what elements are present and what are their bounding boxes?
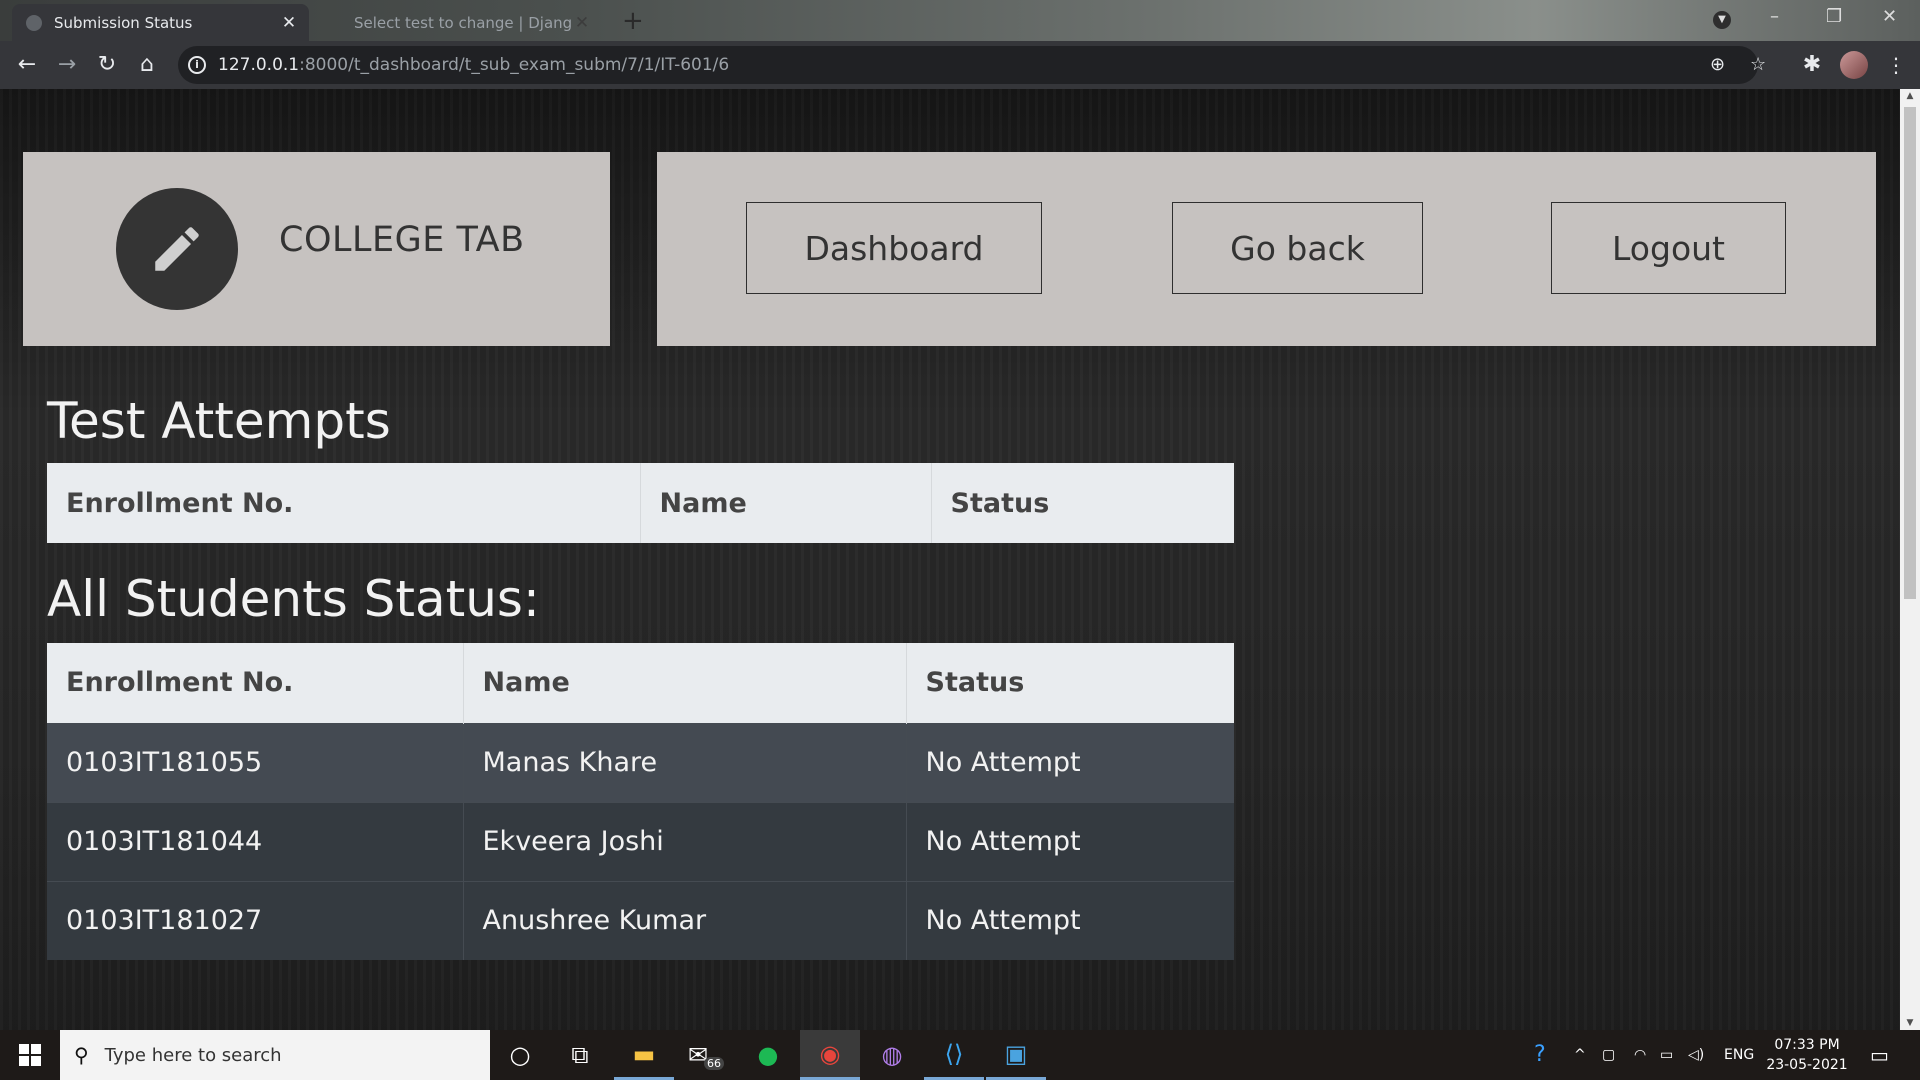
close-window-icon[interactable]: ✕: [1882, 6, 1897, 27]
all-students-table: Enrollment No. Name Status 0103IT181055 …: [47, 643, 1234, 960]
column-header-status: Status: [930, 463, 1234, 543]
file-explorer-icon[interactable]: ▬: [614, 1030, 674, 1080]
scroll-down-icon[interactable]: ▼: [1900, 1018, 1920, 1028]
all-students-title: All Students Status:: [47, 570, 540, 628]
forward-arrow-icon[interactable]: →: [49, 41, 85, 89]
table-row: 0103IT181027 Anushree Kumar No Attempt: [47, 880, 1234, 960]
profile-avatar[interactable]: [1840, 51, 1868, 79]
column-header-status: Status: [905, 643, 1234, 723]
restore-icon[interactable]: ❐: [1826, 6, 1842, 27]
url-path: :8000/t_dashboard/t_sub_exam_subm/7/1/IT…: [299, 55, 730, 75]
tab-title: Select test to change | Django si: [354, 13, 572, 32]
task-view-icon[interactable]: ⧉: [550, 1030, 610, 1080]
taskbar-clock[interactable]: 07:33 PM 23-05-2021: [1762, 1035, 1852, 1075]
clock-date: 23-05-2021: [1766, 1057, 1848, 1073]
status-cell: No Attempt: [905, 880, 1234, 960]
bookmark-star-icon[interactable]: ☆: [1750, 46, 1766, 84]
column-header-name: Name: [639, 463, 931, 543]
cortana-icon[interactable]: ○: [490, 1030, 550, 1080]
table-row: 0103IT181044 Ekveera Joshi No Attempt: [47, 801, 1234, 881]
name-cell: Anushree Kumar: [462, 880, 906, 960]
extensions-icon[interactable]: ✱: [1794, 41, 1830, 89]
minimize-icon[interactable]: –: [1770, 6, 1779, 27]
browser-toolbar: ← → ↻ ⌂ i 127.0.0.1:8000/t_dashboard/t_s…: [0, 41, 1920, 89]
search-icon: ⚲: [74, 1043, 89, 1067]
reload-icon[interactable]: ↻: [89, 41, 125, 89]
table-row: 0103IT181055 Manas Khare No Attempt: [47, 722, 1234, 802]
address-bar[interactable]: i 127.0.0.1:8000/t_dashboard/t_sub_exam_…: [178, 46, 1766, 84]
help-icon[interactable]: ?: [1534, 1030, 1546, 1080]
info-icon[interactable]: i: [188, 56, 206, 74]
pencil-icon: [116, 188, 238, 310]
tab-django-admin[interactable]: Select test to change | Django si ✕: [312, 4, 602, 41]
name-cell: Ekveera Joshi: [462, 801, 906, 881]
header-nav-panel: Dashboard Go back Logout: [657, 152, 1876, 346]
enrollment-cell: 0103IT181027: [47, 880, 463, 960]
globe-icon: [26, 14, 42, 31]
brand-panel: COLLEGE TAB: [23, 152, 610, 346]
windows-taskbar: ⚲ Type here to search ○ ⧉ ▬ ✉ 66 ● ◉ ◍ ⟨⟩…: [0, 1030, 1920, 1080]
url-host: 127.0.0.1: [218, 55, 300, 75]
enrollment-cell: 0103IT181044: [47, 801, 463, 881]
test-attempts-table: Enrollment No. Name Status: [47, 463, 1234, 543]
notifications-icon[interactable]: ▭: [1870, 1030, 1889, 1080]
spotify-icon[interactable]: ●: [738, 1030, 798, 1080]
battery-icon[interactable]: ▭: [1660, 1030, 1673, 1080]
close-icon[interactable]: ✕: [572, 13, 592, 33]
github-icon[interactable]: ◍: [862, 1030, 922, 1080]
clock-time: 07:33 PM: [1774, 1037, 1840, 1053]
column-header-enrollment: Enrollment No.: [47, 643, 463, 723]
table-header-row: Enrollment No. Name Status: [47, 643, 1234, 723]
search-placeholder: Type here to search: [104, 1044, 282, 1066]
photos-icon[interactable]: ▣: [986, 1030, 1046, 1080]
home-icon[interactable]: ⌂: [129, 41, 165, 89]
mail-icon[interactable]: ✉ 66: [676, 1030, 736, 1080]
close-icon[interactable]: ✕: [279, 13, 299, 33]
page-scrollbar[interactable]: ▲ ▼: [1900, 89, 1920, 1030]
column-header-name: Name: [462, 643, 906, 723]
volume-icon[interactable]: ◁): [1688, 1030, 1704, 1080]
back-arrow-icon[interactable]: ←: [9, 41, 45, 89]
vscode-icon[interactable]: ⟨⟩: [924, 1030, 984, 1080]
status-cell: No Attempt: [905, 801, 1234, 881]
chrome-icon[interactable]: ◉: [800, 1030, 860, 1080]
language-indicator[interactable]: ENG: [1724, 1030, 1754, 1080]
new-tab-icon[interactable]: +: [622, 6, 644, 36]
menu-dots-icon[interactable]: ⋮: [1886, 41, 1906, 89]
browser-tab-bar: Submission Status ✕ Select test to chang…: [0, 0, 1920, 41]
windows-start-icon[interactable]: [0, 1030, 60, 1080]
zoom-icon[interactable]: ⊕: [1710, 46, 1725, 84]
column-header-enrollment: Enrollment No.: [47, 463, 640, 543]
tab-submission-status[interactable]: Submission Status ✕: [12, 4, 309, 41]
url-text[interactable]: 127.0.0.1:8000/t_dashboard/t_sub_exam_su…: [218, 55, 729, 75]
status-cell: No Attempt: [905, 722, 1234, 802]
brand-title: COLLEGE TAB: [279, 220, 525, 260]
mail-badge: 66: [704, 1056, 725, 1070]
taskbar-search-input[interactable]: ⚲ Type here to search: [60, 1030, 490, 1080]
name-cell: Manas Khare: [462, 722, 906, 802]
test-attempts-title: Test Attempts: [47, 392, 391, 450]
meet-now-icon[interactable]: ▢: [1602, 1030, 1615, 1080]
scrollbar-thumb[interactable]: [1904, 107, 1916, 599]
logout-button[interactable]: Logout: [1551, 202, 1786, 294]
chevron-up-icon[interactable]: ^: [1574, 1030, 1586, 1080]
tab-title: Submission Status: [54, 13, 193, 32]
enrollment-cell: 0103IT181055: [47, 722, 463, 802]
page-content: COLLEGE TAB Dashboard Go back Logout Tes…: [0, 89, 1920, 1030]
go-back-button[interactable]: Go back: [1172, 202, 1423, 294]
dashboard-button[interactable]: Dashboard: [746, 202, 1042, 294]
table-header-row: Enrollment No. Name Status: [47, 463, 1234, 543]
tab-search-icon[interactable]: ▼: [1713, 11, 1731, 29]
scroll-up-icon[interactable]: ▲: [1900, 91, 1920, 101]
wifi-icon[interactable]: ◠: [1634, 1030, 1646, 1080]
